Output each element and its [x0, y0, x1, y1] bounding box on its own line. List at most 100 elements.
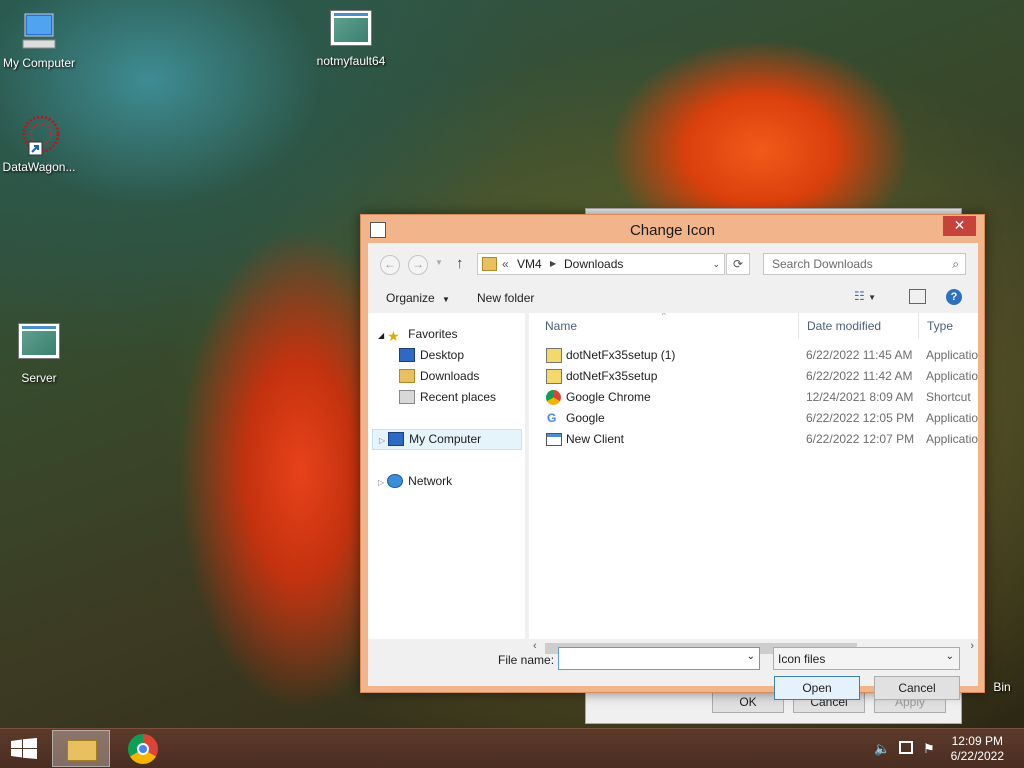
tree-my-computer-label: My Computer — [409, 432, 482, 446]
installer-icon — [546, 348, 562, 363]
file-name: Google Chrome — [566, 390, 651, 404]
file-name-dropdown-icon[interactable]: ⌄ — [747, 651, 755, 662]
preview-pane-icon[interactable] — [909, 289, 926, 304]
clock[interactable]: 12:09 PM 6/22/2022 — [951, 734, 1004, 764]
breadcrumb-vm4[interactable]: VM4 — [517, 257, 542, 271]
desktop-icon-label: notmyfault64 — [316, 54, 386, 68]
tree-downloads[interactable]: Downloads — [399, 369, 479, 383]
tree-network[interactable]: ▷ Network — [378, 474, 452, 488]
clock-date: 6/22/2022 — [950, 749, 1004, 763]
desktop-icon-datawagon[interactable]: DataWagon... — [0, 114, 81, 174]
tree-recent-places-label: Recent places — [420, 390, 497, 404]
recent-locations-dropdown-icon[interactable]: ▼ — [435, 258, 443, 267]
chrome-taskbar-icon[interactable] — [128, 734, 158, 764]
file-name: dotNetFx35setup — [566, 369, 658, 383]
file-date: 6/22/2022 12:05 PM — [806, 411, 915, 425]
installer-icon — [546, 369, 562, 384]
star-icon: ★ — [387, 328, 400, 344]
open-button[interactable]: Open — [774, 676, 860, 700]
file-name: Google — [566, 411, 605, 425]
file-type: Application — [926, 432, 978, 446]
back-arrow-icon[interactable]: ← — [380, 255, 400, 275]
file-row[interactable]: dotNetFx35setup (1) 6/22/2022 11:45 AM A… — [529, 345, 978, 366]
clock-time: 12:09 PM — [951, 734, 1003, 748]
tree-my-computer[interactable]: ▷ My Computer — [372, 429, 522, 450]
breadcrumb-separator-icon: ▶ — [550, 259, 557, 268]
tree-favorites-label: Favorites — [408, 327, 458, 341]
volume-muted-icon[interactable]: 🔈 — [874, 741, 890, 757]
file-row[interactable]: dotNetFx35setup 6/22/2022 11:42 AM Appli… — [529, 366, 978, 387]
search-placeholder: Search Downloads — [772, 257, 873, 271]
datawagon-shortcut-icon — [17, 114, 61, 158]
chrome-shortcut-icon — [546, 390, 561, 405]
sort-arrow-icon: ^ — [662, 313, 666, 320]
forward-arrow-icon[interactable]: → — [408, 255, 428, 275]
file-row[interactable]: Google Chrome 12/24/2021 8:09 AM Shortcu… — [529, 387, 978, 408]
desktop-icon-server[interactable]: Server — [0, 323, 81, 385]
expand-arrow-icon: ▷ — [379, 436, 386, 445]
file-type: Application — [926, 348, 978, 362]
search-input[interactable]: Search Downloads ⌕ — [763, 253, 966, 275]
file-name-input[interactable]: ⌄ — [558, 647, 760, 670]
recycle-bin-icon — [984, 632, 1014, 680]
computer-icon — [388, 432, 405, 446]
desktop-icon-label: Bin — [993, 680, 1011, 694]
file-name: New Client — [566, 432, 625, 446]
file-date: 6/22/2022 11:42 AM — [806, 369, 913, 383]
navigation-bar: ← → ▼ ↑ « VM4 ▶ Downloads ⌄ ⟳ Search Dow… — [368, 243, 978, 283]
dialog-title: Change Icon — [629, 222, 716, 239]
desktop-icon-notmyfault64[interactable]: notmyfault64 — [309, 10, 393, 68]
action-center-flag-icon[interactable]: ⚑ — [923, 741, 935, 757]
taskbar: 🔈 ⚑ 12:09 PM 6/22/2022 — [0, 728, 1024, 768]
file-date: 6/22/2022 11:45 AM — [806, 348, 913, 362]
file-row[interactable]: G Google 6/22/2022 12:05 PM Application — [529, 408, 978, 429]
desktop-icon-my-computer[interactable]: My Computer — [0, 10, 81, 70]
column-type[interactable]: Type — [919, 313, 978, 339]
file-type-dropdown-icon: ⌄ — [945, 651, 954, 662]
address-bar[interactable]: « VM4 ▶ Downloads ⌄ — [477, 253, 725, 275]
desktop-icon-label: Server — [21, 371, 57, 385]
new-folder-button[interactable]: New folder — [477, 291, 534, 305]
command-toolbar: Organize ▼ New folder ☷ ▼ ? — [368, 283, 978, 313]
file-name-label: File name: — [498, 653, 555, 667]
refresh-icon[interactable]: ⟳ — [726, 253, 750, 275]
expand-arrow-icon: ▷ — [378, 478, 385, 487]
file-explorer-taskbar-icon[interactable] — [52, 730, 110, 767]
desktop-icon-label: My Computer — [2, 56, 76, 70]
file-selection-area: File name: ⌄ Icon files ⌄ Open Cancel — [368, 641, 978, 700]
breadcrumb-downloads[interactable]: Downloads — [564, 257, 623, 271]
file-type: Shortcut — [926, 390, 971, 404]
application-window-icon — [18, 323, 60, 359]
tree-desktop-label: Desktop — [420, 348, 465, 362]
file-row[interactable]: New Client 6/22/2022 12:07 PM Applicatio… — [529, 429, 978, 450]
google-g-icon: G — [547, 411, 557, 425]
tree-desktop[interactable]: Desktop — [399, 348, 464, 362]
tree-recent-places[interactable]: Recent places — [399, 390, 496, 404]
title-bar[interactable]: Change Icon ✕ — [361, 215, 984, 243]
tree-network-label: Network — [408, 474, 453, 488]
file-type-select[interactable]: Icon files ⌄ — [773, 647, 960, 670]
expand-arrow-icon: ◢ — [378, 331, 385, 340]
change-view-icon[interactable]: ☷ ▼ — [854, 289, 876, 303]
application-window-icon — [546, 433, 562, 446]
up-arrow-icon[interactable]: ↑ — [456, 255, 464, 272]
close-button[interactable]: ✕ — [943, 216, 976, 236]
address-prefix[interactable]: « — [502, 257, 509, 271]
help-icon[interactable]: ? — [946, 289, 962, 305]
application-window-icon — [330, 10, 372, 46]
desktop-icon — [399, 348, 415, 362]
file-name: dotNetFx35setup (1) — [566, 348, 676, 362]
cancel-button[interactable]: Cancel — [874, 676, 960, 700]
tree-favorites[interactable]: ◢ ★ Favorites — [378, 327, 458, 344]
tree-downloads-label: Downloads — [420, 369, 480, 383]
column-date-modified[interactable]: Date modified — [799, 313, 919, 339]
organize-button[interactable]: Organize ▼ — [386, 291, 450, 305]
computer-icon — [17, 10, 61, 54]
file-list: Name ^ Date modified Type dotNetFx35setu… — [529, 313, 978, 639]
start-windows-icon[interactable] — [10, 738, 38, 760]
search-icon: ⌕ — [952, 257, 959, 271]
file-type-value: Icon files — [778, 652, 826, 666]
address-dropdown-icon[interactable]: ⌄ — [712, 259, 720, 270]
change-icon-dialog: Change Icon ✕ ← → ▼ ↑ « VM4 ▶ Downloads … — [360, 214, 985, 700]
network-tray-icon[interactable] — [899, 741, 913, 754]
